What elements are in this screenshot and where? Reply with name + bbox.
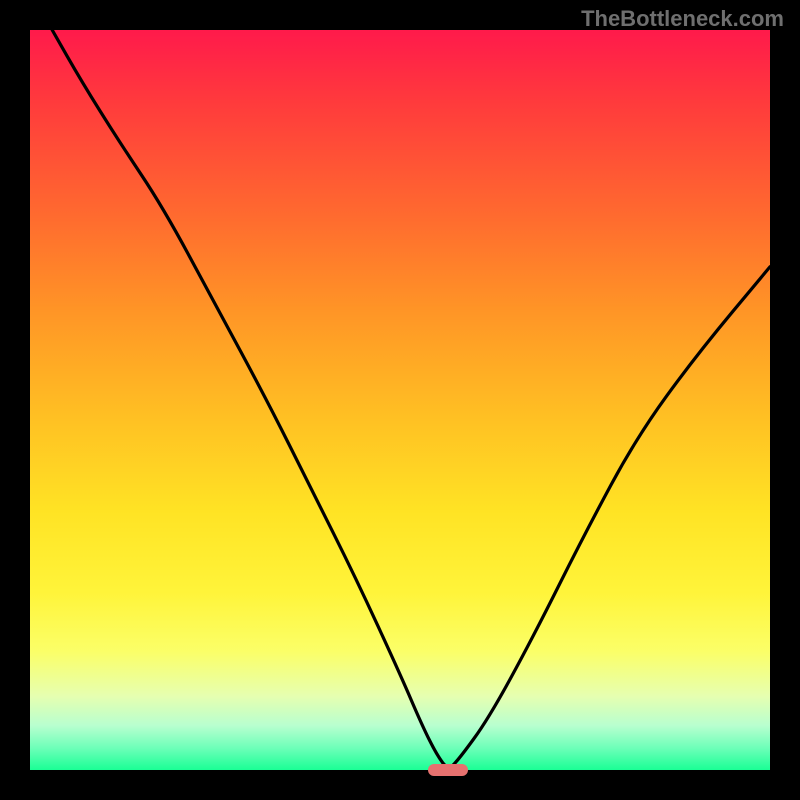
curve-svg bbox=[30, 30, 770, 770]
bottleneck-curve-path bbox=[52, 30, 770, 767]
chart-container: TheBottleneck.com bbox=[0, 0, 800, 800]
watermark-text: TheBottleneck.com bbox=[581, 6, 784, 32]
minimum-marker bbox=[428, 764, 469, 776]
plot-area bbox=[30, 30, 770, 770]
